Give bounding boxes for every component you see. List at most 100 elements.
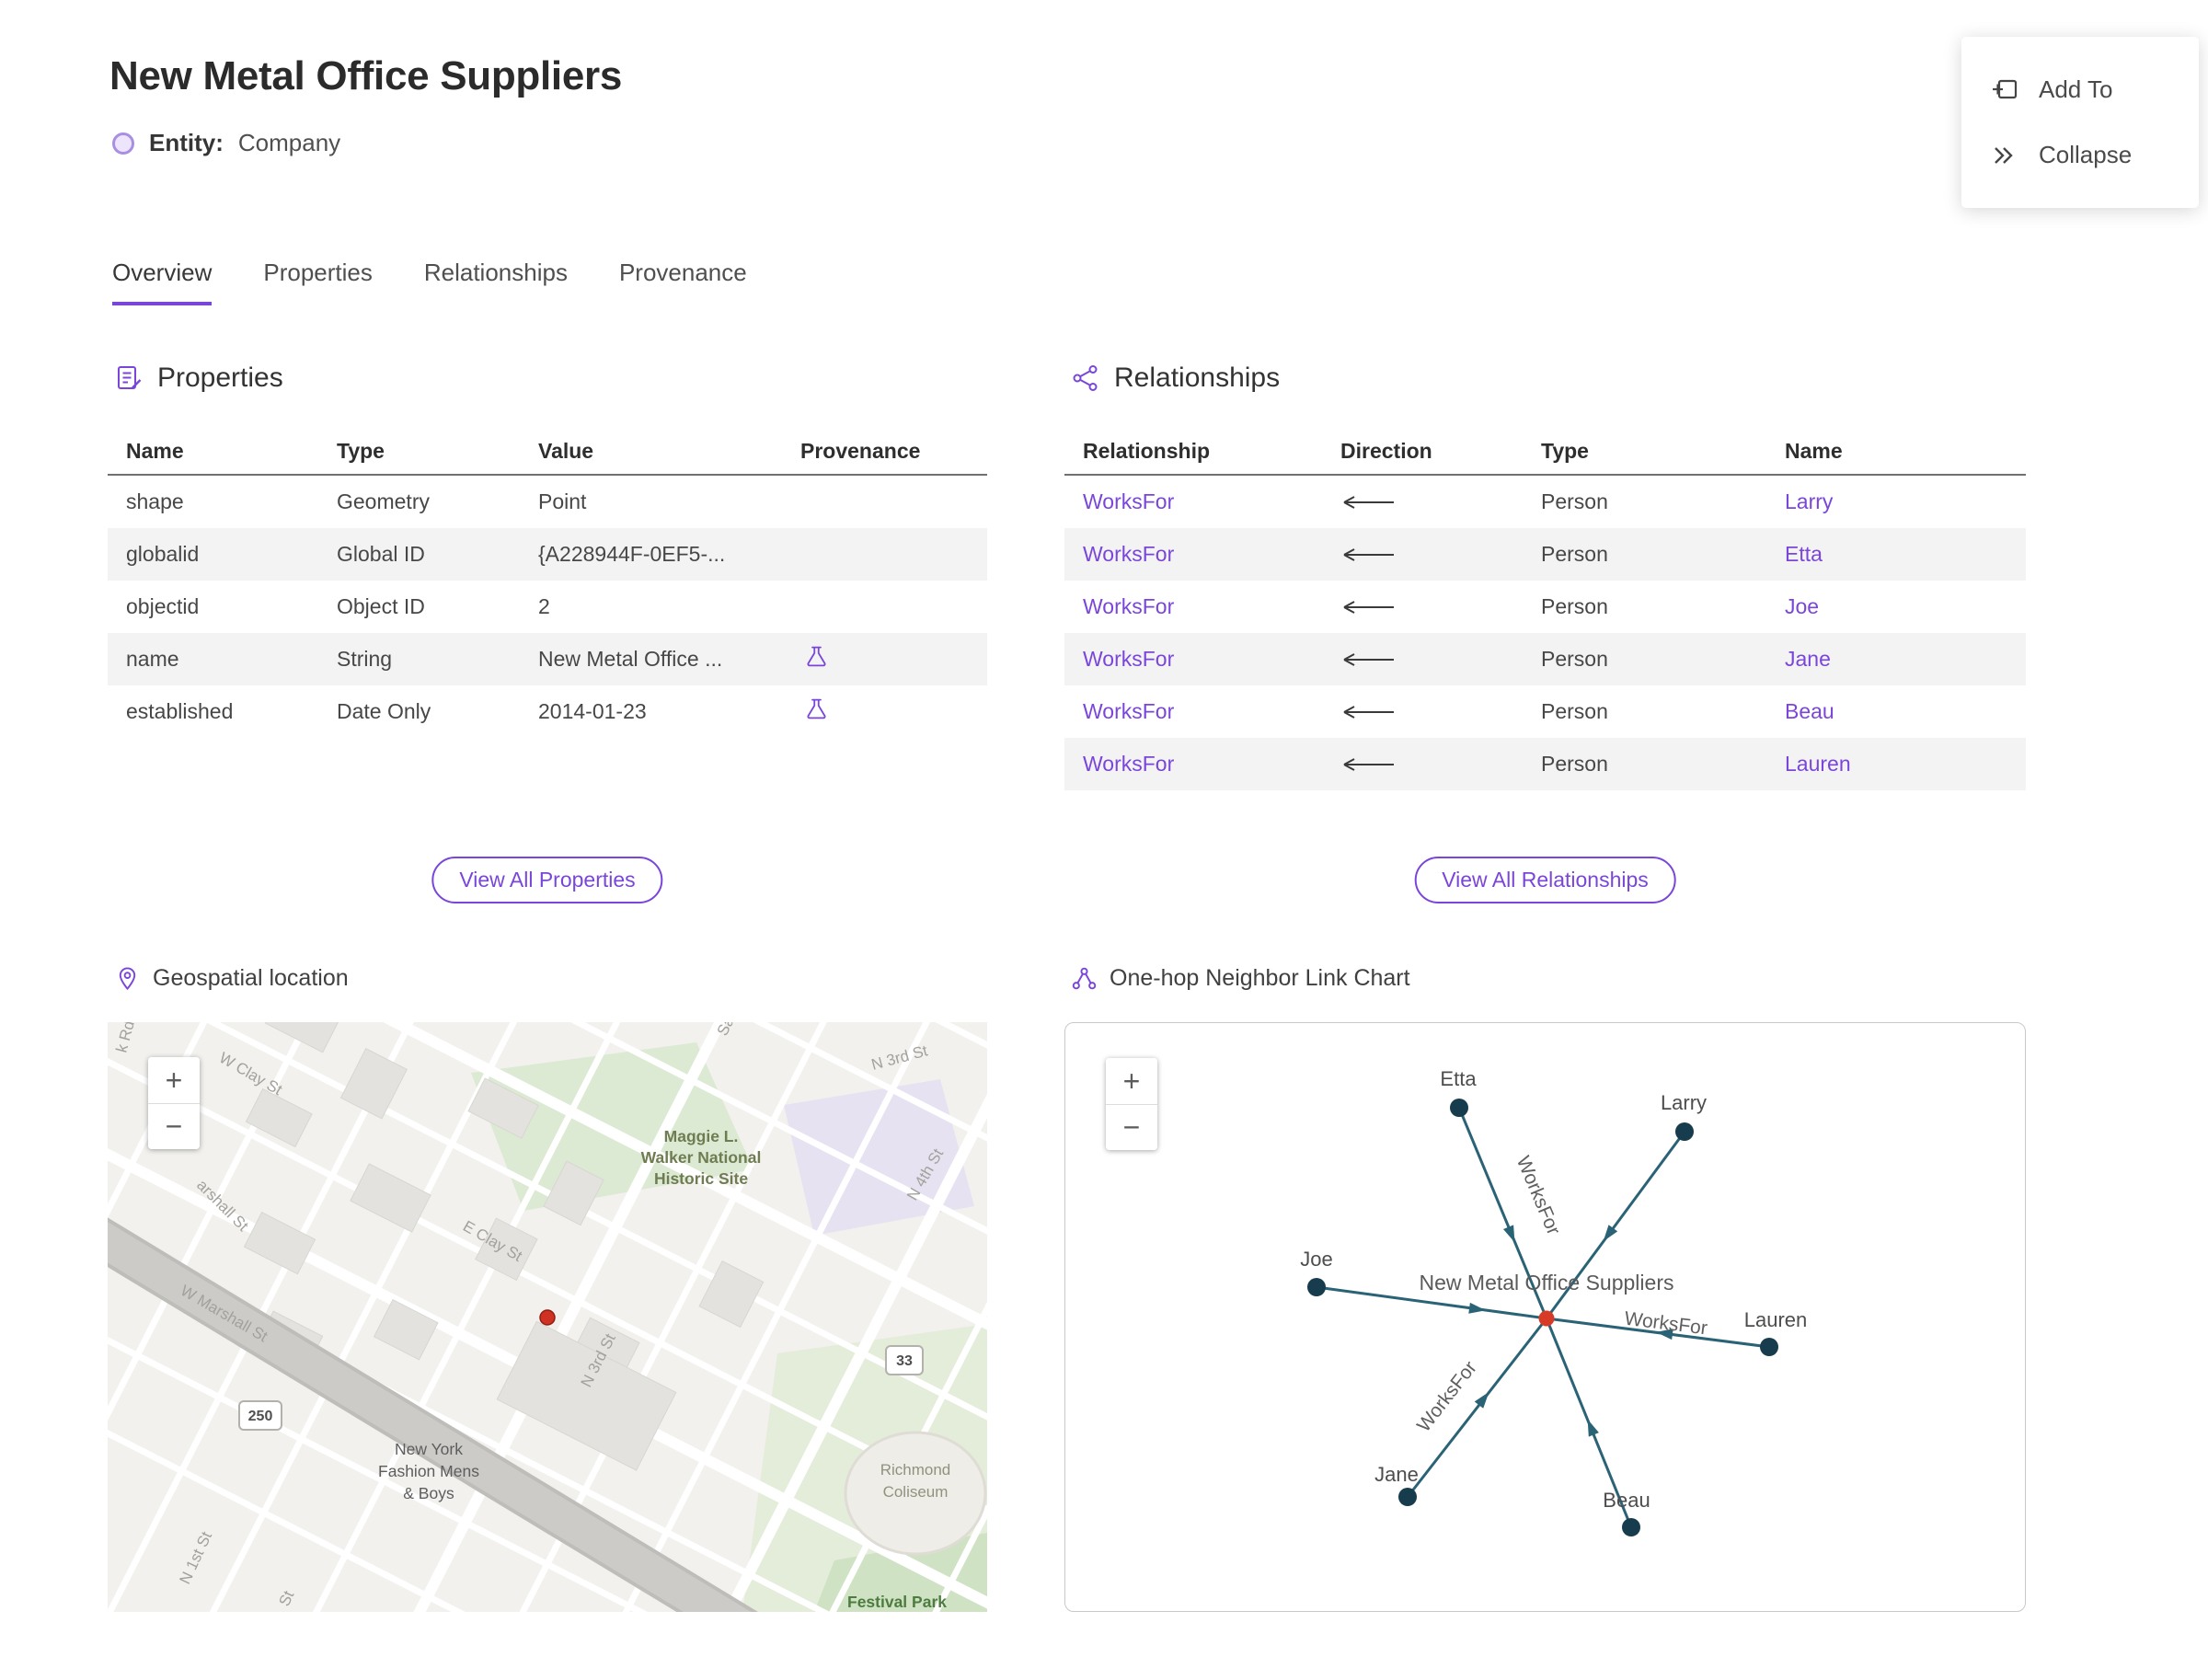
relationships-table: Relationship Direction Type Name WorksFo…: [1064, 428, 2026, 790]
view-all-properties-button[interactable]: View All Properties: [431, 857, 663, 903]
left-arrow-icon: [1343, 652, 1394, 666]
relationship-link[interactable]: WorksFor: [1083, 699, 1174, 723]
related-entity-link[interactable]: Etta: [1785, 542, 1823, 566]
node-joe[interactable]: [1307, 1278, 1326, 1296]
add-to-button[interactable]: Add To: [1961, 57, 2199, 122]
map-label-place: Festival Park: [847, 1593, 947, 1611]
property-name: name: [126, 647, 179, 671]
link-chart-graph: WorksFor WorksFor WorksFor Etta Larry Jo…: [1300, 1067, 1808, 1536]
linkchart-section-header: One-hop Neighbor Link Chart: [1072, 965, 1410, 992]
flask-icon[interactable]: [804, 644, 829, 669]
related-type: Person: [1541, 647, 1608, 671]
node-lauren[interactable]: [1760, 1338, 1778, 1356]
relationship-link[interactable]: WorksFor: [1083, 489, 1174, 513]
column-header: Type: [337, 438, 385, 463]
center-node-label: New Metal Office Suppliers: [1420, 1271, 1674, 1295]
entity-detail-page: Add To Collapse New Metal Office Supplie…: [0, 0, 2208, 1680]
column-header: Provenance: [800, 438, 921, 463]
table-row: WorksFor Person Beau: [1064, 685, 2026, 738]
link-chart-canvas[interactable]: + − WorksFor WorksFor WorksFor Etta Larr…: [1064, 1022, 2026, 1612]
property-name: globalid: [126, 542, 200, 566]
map-label-place: Maggie L.: [664, 1127, 739, 1145]
zoom-out-button[interactable]: −: [148, 1103, 200, 1149]
page-title: New Metal Office Suppliers: [109, 53, 623, 98]
svg-text:250: 250: [248, 1409, 273, 1424]
tab-overview[interactable]: Overview: [112, 259, 213, 305]
properties-table: Name Type Value Provenance shape Geometr…: [108, 428, 987, 738]
node-etta[interactable]: [1450, 1099, 1468, 1117]
property-provenance: [782, 644, 987, 674]
map-image: k Rd W Clay St Sa N 3rd St N 4th St arsh…: [108, 1022, 987, 1612]
property-value: 2014-01-23: [538, 699, 647, 723]
zoom-out-button[interactable]: −: [1106, 1104, 1157, 1150]
table-row: WorksFor Person Jane: [1064, 633, 2026, 685]
entity-label: Entity:: [149, 129, 224, 156]
property-value: New Metal Office ...: [538, 647, 723, 671]
map-label-place: Historic Site: [654, 1169, 748, 1188]
node-label: Beau: [1603, 1489, 1650, 1512]
geospatial-section-header: Geospatial location: [115, 965, 349, 992]
entity-row: Entity: Company: [112, 129, 2208, 157]
relationship-link[interactable]: WorksFor: [1083, 752, 1174, 776]
property-name: objectid: [126, 594, 200, 618]
relationship-link[interactable]: WorksFor: [1083, 647, 1174, 671]
linkchart-section-title: One-hop Neighbor Link Chart: [1110, 965, 1410, 991]
relationship-link[interactable]: WorksFor: [1083, 542, 1174, 566]
properties-section-title: Properties: [157, 362, 283, 393]
tab-provenance[interactable]: Provenance: [619, 259, 747, 305]
tab-relationships[interactable]: Relationships: [424, 259, 568, 305]
relationships-section-title: Relationships: [1114, 362, 1281, 393]
direction-cell: [1322, 705, 1523, 719]
svg-text:33: 33: [896, 1353, 913, 1369]
collapse-label: Collapse: [2039, 141, 2133, 168]
node-label: Larry: [1661, 1091, 1707, 1114]
node-center[interactable]: [1538, 1310, 1555, 1327]
property-name: shape: [126, 489, 184, 513]
map-canvas[interactable]: + − k Rd W Clay St Sa N 3rd St N 4th St …: [108, 1022, 987, 1612]
related-type: Person: [1541, 752, 1608, 776]
column-header: Type: [1541, 438, 1589, 463]
collapse-button[interactable]: Collapse: [1961, 122, 2199, 188]
related-entity-link[interactable]: Jane: [1785, 647, 1831, 671]
property-name: established: [126, 699, 234, 723]
overview-columns: Properties Name Type Value Provenance sh…: [108, 362, 2208, 1614]
map-label-place: Coliseum: [883, 1483, 949, 1501]
column-header: Relationship: [1083, 438, 1211, 463]
property-type: Global ID: [337, 542, 425, 566]
flask-icon[interactable]: [804, 696, 829, 721]
zoom-in-button[interactable]: +: [1106, 1058, 1157, 1104]
related-entity-link[interactable]: Joe: [1785, 594, 1819, 618]
table-row: objectid Object ID 2: [108, 581, 987, 633]
zoom-in-button[interactable]: +: [148, 1057, 200, 1103]
network-icon: [1072, 967, 1097, 990]
map-location-marker[interactable]: [539, 1309, 556, 1326]
tab-properties[interactable]: Properties: [263, 259, 373, 305]
actions-card: Add To Collapse: [1961, 37, 2199, 208]
node-jane[interactable]: [1398, 1488, 1417, 1506]
related-type: Person: [1541, 594, 1608, 618]
related-entity-link[interactable]: Larry: [1785, 489, 1833, 513]
related-entity-link[interactable]: Beau: [1785, 699, 1834, 723]
relationship-link[interactable]: WorksFor: [1083, 594, 1174, 618]
property-provenance: [782, 696, 987, 727]
entity-value: Company: [237, 129, 341, 156]
table-row: WorksFor Person Larry: [1064, 476, 2026, 528]
left-column: Properties Name Type Value Provenance sh…: [108, 362, 987, 1614]
table-row: name String New Metal Office ...: [108, 633, 987, 685]
map-label-place: Walker National: [641, 1148, 762, 1167]
node-larry[interactable]: [1675, 1122, 1694, 1141]
node-label: Lauren: [1744, 1308, 1808, 1331]
node-beau[interactable]: [1622, 1518, 1640, 1536]
map-pin-icon: [119, 967, 136, 991]
column-header: Name: [126, 438, 184, 463]
geospatial-section-title: Geospatial location: [153, 965, 349, 991]
property-type: Object ID: [337, 594, 425, 618]
view-all-relationships-button[interactable]: View All Relationships: [1414, 857, 1676, 903]
related-entity-link[interactable]: Lauren: [1785, 752, 1851, 776]
table-row: WorksFor Person Joe: [1064, 581, 2026, 633]
entity-circle-icon: [112, 132, 134, 155]
network-icon: [1073, 365, 1098, 391]
column-header: Name: [1785, 438, 1843, 463]
table-row: WorksFor Person Lauren: [1064, 738, 2026, 790]
node-label: Etta: [1440, 1067, 1477, 1090]
